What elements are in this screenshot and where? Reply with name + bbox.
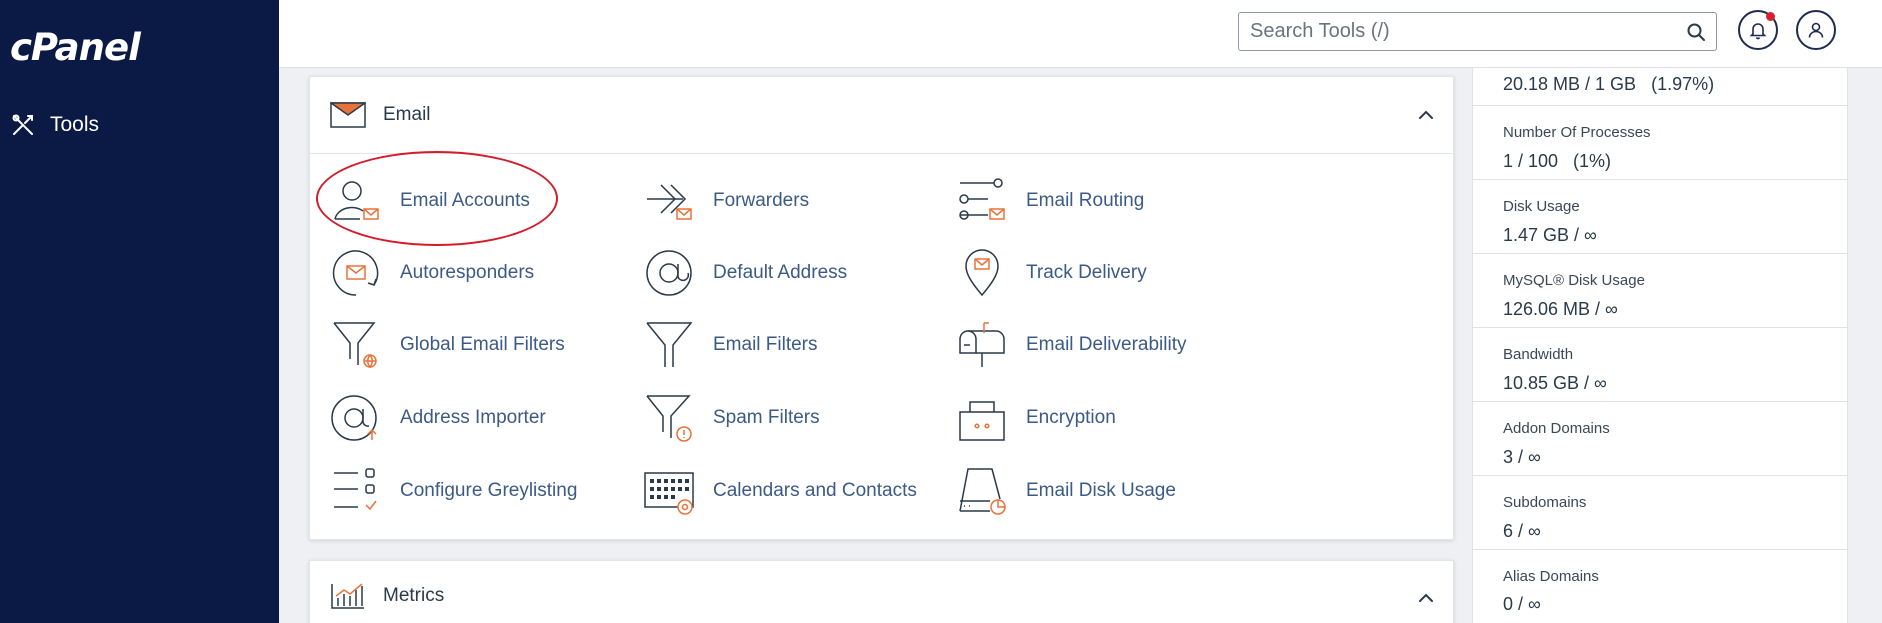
stat-row: Disk Usage 1.47 GB / ∞ xyxy=(1473,180,1847,254)
user-menu-button[interactable] xyxy=(1796,10,1836,50)
statistics-panel: 20.18 MB / 1 GB (1.97%) Number Of Proces… xyxy=(1472,68,1848,623)
encryption-icon xyxy=(959,401,1005,441)
global-email-filters-icon xyxy=(333,322,377,369)
tool-spam-filters[interactable]: Spam Filters xyxy=(643,392,820,444)
stat-row: MySQL® Disk Usage 126.06 MB / ∞ xyxy=(1473,254,1847,328)
autoresponders-icon xyxy=(332,250,379,296)
sidebar-item-label: Tools xyxy=(50,113,100,136)
email-accounts-icon xyxy=(334,181,379,220)
stat-label: Bandwidth xyxy=(1503,346,1574,363)
spam-filters-icon xyxy=(646,395,692,442)
stat-row: Subdomains 6 / ∞ xyxy=(1473,476,1847,550)
stat-value: 1 / 100 (1%) xyxy=(1503,151,1612,171)
chevron-up-icon[interactable] xyxy=(1415,587,1437,609)
metrics-section-title: Metrics xyxy=(383,585,445,606)
stat-row: Bandwidth 10.85 GB / ∞ xyxy=(1473,328,1847,402)
metrics-section-header[interactable]: Metrics xyxy=(310,561,1453,623)
email-filters-icon xyxy=(646,322,693,367)
tool-email-disk-usage[interactable]: Email Disk Usage xyxy=(956,465,1176,517)
envelope-icon xyxy=(330,102,366,128)
stat-row: Addon Domains 3 / ∞ xyxy=(1473,402,1847,476)
search-input[interactable] xyxy=(1239,13,1716,50)
tool-email-routing[interactable]: Email Routing xyxy=(956,175,1144,227)
notification-dot xyxy=(1766,12,1775,21)
stat-row: 20.18 MB / 1 GB (1.97%) xyxy=(1473,68,1847,106)
stat-value: 3 / ∞ xyxy=(1503,447,1541,467)
metrics-section: Metrics xyxy=(309,560,1454,623)
tool-global-email-filters[interactable]: Global Email Filters xyxy=(330,319,565,371)
stat-value: 0 / ∞ xyxy=(1503,594,1541,614)
notifications-button[interactable] xyxy=(1738,10,1778,50)
bar-chart-icon xyxy=(331,583,364,609)
stat-value: 20.18 MB / 1 GB (1.97%) xyxy=(1503,74,1715,94)
tool-address-importer[interactable]: Address Importer xyxy=(330,392,546,444)
stat-row: Number Of Processes 1 / 100 (1%) xyxy=(1473,106,1847,180)
chevron-up-icon[interactable] xyxy=(1415,104,1437,126)
forwarders-icon xyxy=(647,184,692,220)
tools-icon xyxy=(12,114,33,135)
default-address-icon xyxy=(646,250,692,296)
email-section-title: Email xyxy=(383,104,431,125)
tool-configure-greylisting[interactable]: Configure Greylisting xyxy=(330,465,577,517)
user-icon xyxy=(1808,22,1824,38)
top-header xyxy=(279,0,1882,68)
search-icon[interactable] xyxy=(1686,22,1706,42)
cpanel-logo[interactable]: cPanel xyxy=(10,26,141,69)
tool-default-address[interactable]: Default Address xyxy=(643,247,847,299)
email-section: Email Email Accounts Forwarders Email Ro… xyxy=(309,76,1454,540)
email-section-header[interactable]: Email xyxy=(310,77,1453,154)
bell-icon xyxy=(1749,23,1767,40)
stat-row: Alias Domains 0 / ∞ xyxy=(1473,550,1847,623)
track-delivery-icon xyxy=(965,249,999,297)
stat-label: Alias Domains xyxy=(1503,568,1599,585)
email-deliverability-icon xyxy=(959,322,1005,367)
tool-email-deliverability[interactable]: Email Deliverability xyxy=(956,319,1187,371)
calendars-contacts-icon xyxy=(644,472,694,515)
email-disk-usage-icon xyxy=(959,468,1006,515)
sidebar-item-tools[interactable]: Tools xyxy=(10,112,99,138)
stat-label: Disk Usage xyxy=(1503,198,1580,215)
stat-value: 126.06 MB / ∞ xyxy=(1503,299,1618,319)
configure-greylisting-icon xyxy=(334,468,377,511)
tool-email-accounts[interactable]: Email Accounts xyxy=(330,175,530,227)
stat-label: Addon Domains xyxy=(1503,420,1610,437)
tool-track-delivery[interactable]: Track Delivery xyxy=(956,247,1147,299)
sidebar: cPanel Tools xyxy=(0,0,279,623)
tool-autoresponders[interactable]: Autoresponders xyxy=(330,247,534,299)
stat-label: MySQL® Disk Usage xyxy=(1503,272,1645,289)
tool-email-filters[interactable]: Email Filters xyxy=(643,319,818,371)
search-box xyxy=(1238,12,1717,51)
stat-value: 6 / ∞ xyxy=(1503,521,1541,541)
address-importer-icon xyxy=(331,395,377,441)
email-routing-icon xyxy=(959,178,1005,220)
stat-label: Subdomains xyxy=(1503,494,1587,511)
tool-calendars-contacts[interactable]: Calendars and Contacts xyxy=(643,465,917,517)
stat-label: Number Of Processes xyxy=(1503,124,1651,141)
tool-encryption[interactable]: Encryption xyxy=(956,392,1116,444)
stat-value: 10.85 GB / ∞ xyxy=(1503,373,1607,393)
stat-value: 1.47 GB / ∞ xyxy=(1503,225,1597,245)
tool-forwarders[interactable]: Forwarders xyxy=(643,175,809,227)
